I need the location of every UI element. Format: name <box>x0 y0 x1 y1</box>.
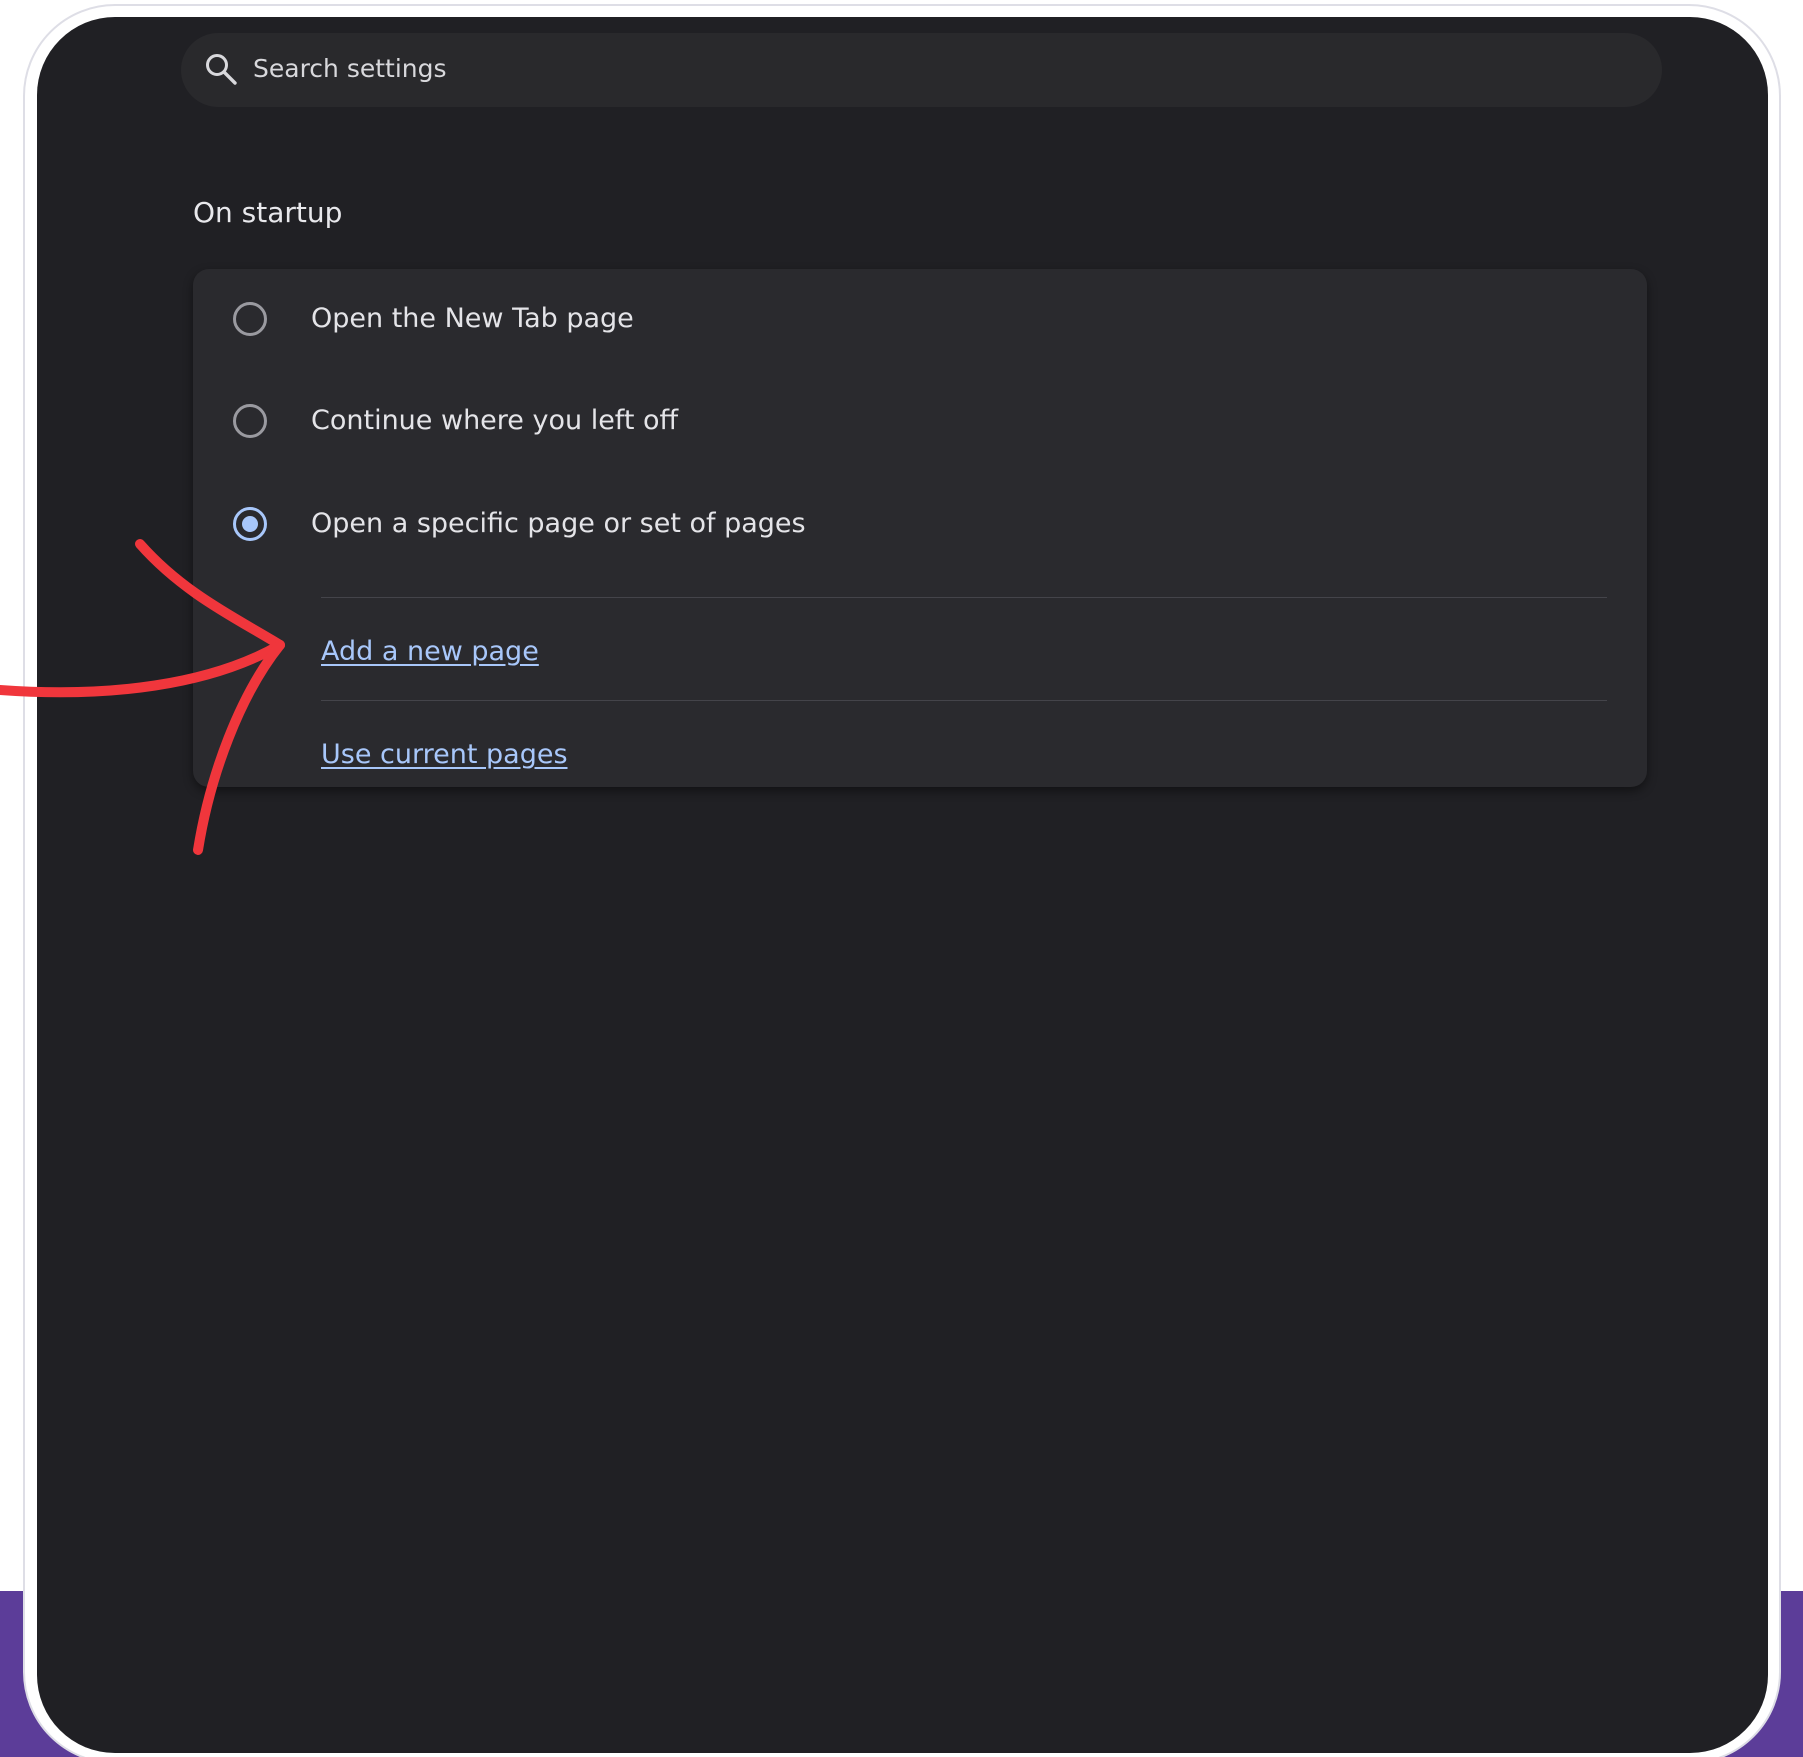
divider <box>321 597 1607 598</box>
search-bar[interactable]: Search settings <box>181 33 1662 107</box>
divider <box>321 700 1607 701</box>
option-open-new-tab[interactable]: Open the New Tab page <box>193 269 1647 369</box>
screenshot-stage: Search settings On startup Open the New … <box>0 0 1803 1757</box>
option-open-specific-pages[interactable]: Open a specific page or set of pages <box>193 474 1647 574</box>
option-label: Open the New Tab page <box>311 303 634 334</box>
search-icon <box>206 54 237 85</box>
use-current-pages-link[interactable]: Use current pages <box>321 735 568 775</box>
search-input[interactable]: Search settings <box>253 52 447 86</box>
option-label: Open a specific page or set of pages <box>311 508 806 539</box>
radio-button-unchecked-icon[interactable] <box>233 302 267 336</box>
red-annotation-arrow-icon <box>0 539 285 855</box>
settings-screen: Search settings On startup Open the New … <box>37 17 1768 1753</box>
startup-options-card: Open the New Tab page Continue where you… <box>193 269 1647 787</box>
option-label: Continue where you left off <box>311 405 679 436</box>
radio-button-unchecked-icon[interactable] <box>233 404 267 438</box>
add-new-page-link[interactable]: Add a new page <box>321 632 539 672</box>
section-title-on-startup: On startup <box>193 196 343 229</box>
option-continue-where-left-off[interactable]: Continue where you left off <box>193 371 1647 471</box>
